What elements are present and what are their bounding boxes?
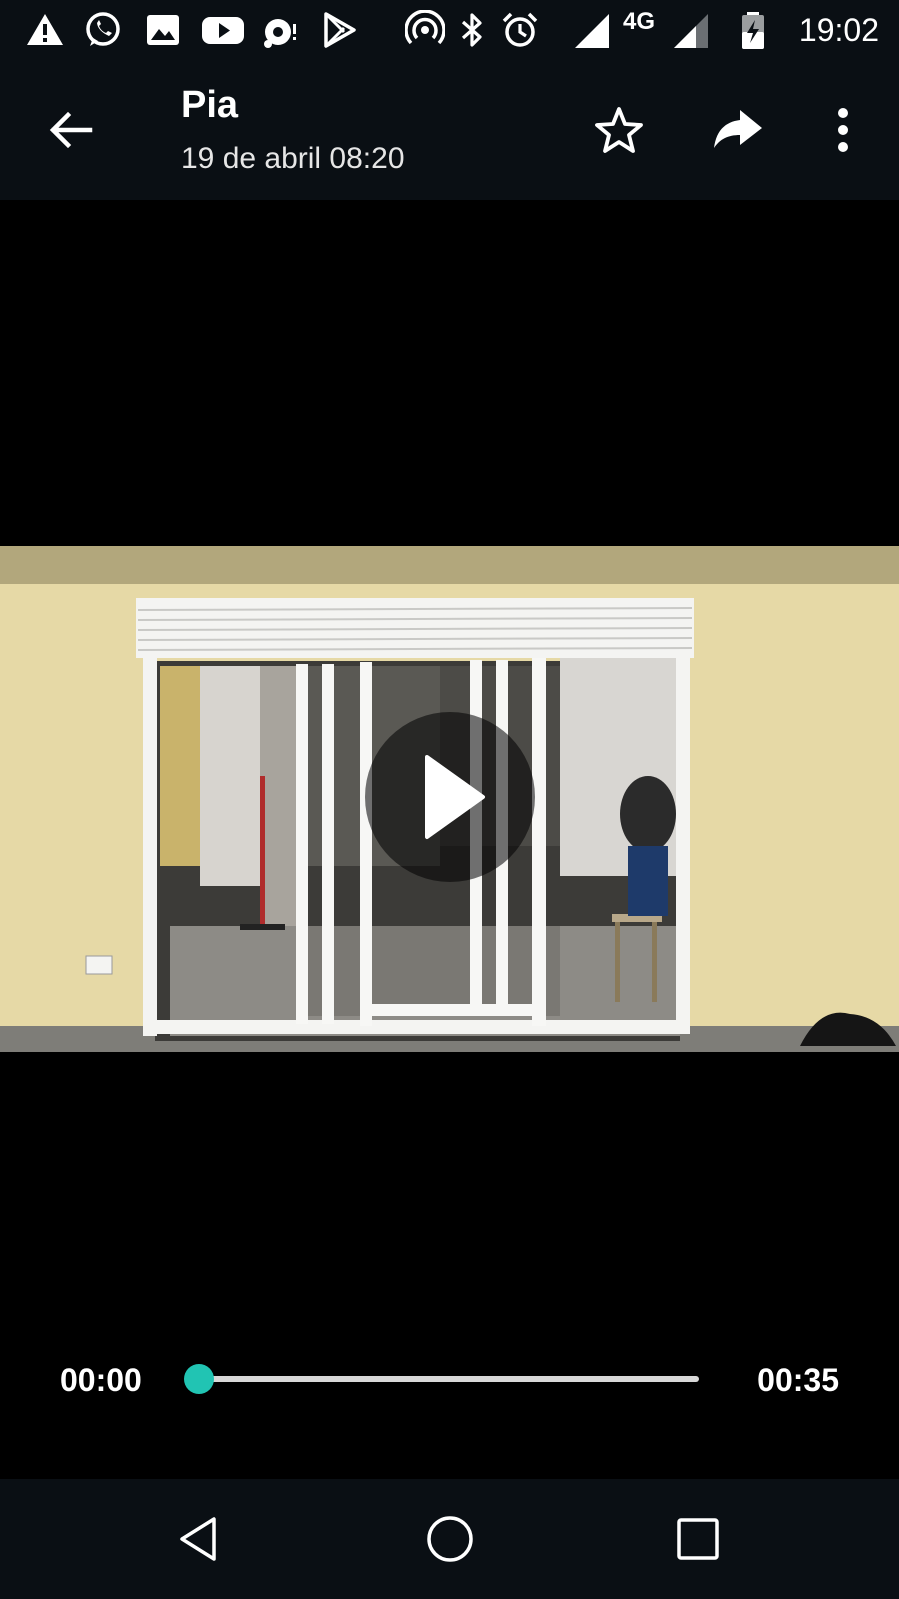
warning-icon bbox=[25, 10, 65, 50]
status-clock: 19:02 bbox=[798, 12, 879, 48]
total-time-label: 00:35 bbox=[757, 1362, 839, 1398]
nav-home-button[interactable] bbox=[422, 1511, 478, 1567]
seek-bar[interactable] bbox=[184, 1364, 699, 1394]
nav-home-icon bbox=[427, 1516, 473, 1562]
back-arrow-icon bbox=[49, 111, 93, 149]
back-button[interactable] bbox=[42, 102, 98, 158]
signal-icon bbox=[573, 10, 613, 50]
play-store-icon bbox=[320, 10, 360, 50]
play-icon bbox=[425, 755, 485, 839]
status-bar: 4G 19:02 bbox=[0, 0, 899, 62]
system-navigation-bar bbox=[0, 1479, 899, 1599]
nav-recents-button[interactable] bbox=[670, 1511, 726, 1567]
nav-back-icon bbox=[180, 1517, 216, 1561]
play-button[interactable] bbox=[365, 712, 535, 882]
network-type-label: 4G bbox=[623, 8, 656, 35]
page-title: Pia bbox=[181, 84, 239, 126]
whatsapp-icon bbox=[83, 10, 123, 50]
alarm-icon bbox=[500, 10, 540, 50]
star-button[interactable] bbox=[591, 102, 647, 158]
signal-icon-2 bbox=[672, 10, 712, 50]
share-button[interactable] bbox=[710, 100, 766, 156]
current-time-label: 00:00 bbox=[60, 1362, 142, 1398]
nav-back-button[interactable] bbox=[172, 1511, 228, 1567]
star-icon bbox=[595, 107, 643, 153]
hotspot-icon bbox=[405, 10, 445, 50]
seek-bar-thumb[interactable] bbox=[184, 1364, 214, 1394]
video-viewer-screen: 4G 19:02 Pia 19 de abril 08:20 00:00 00:… bbox=[0, 0, 899, 1599]
app-bar: Pia 19 de abril 08:20 bbox=[0, 62, 899, 200]
bluetooth-icon bbox=[452, 10, 492, 50]
camera-icon bbox=[262, 10, 302, 50]
gallery-icon bbox=[143, 10, 183, 50]
page-subtitle: 19 de abril 08:20 bbox=[181, 142, 405, 175]
share-icon bbox=[714, 110, 762, 148]
more-options-button[interactable] bbox=[815, 102, 871, 158]
nav-recents-icon bbox=[677, 1518, 719, 1560]
youtube-icon bbox=[200, 10, 246, 50]
battery-charging-icon bbox=[733, 10, 773, 50]
more-vert-icon bbox=[838, 108, 848, 152]
